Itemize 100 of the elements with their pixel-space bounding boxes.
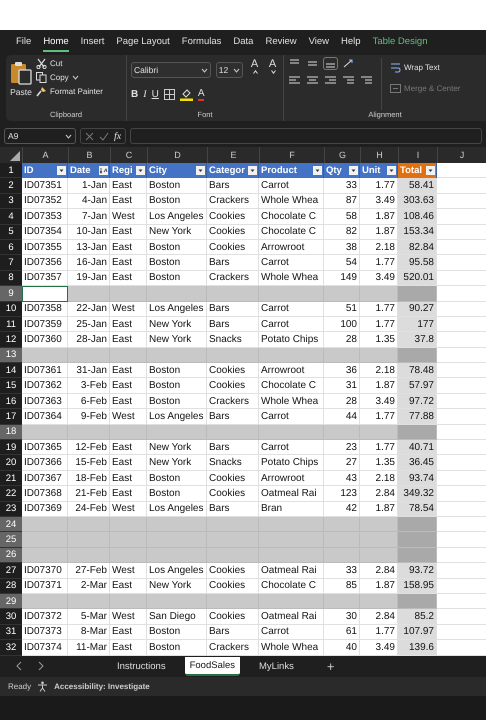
- row-header[interactable]: 30: [0, 609, 22, 625]
- cancel-icon[interactable]: [85, 132, 94, 140]
- table-header-cell[interactable]: Regi: [110, 163, 147, 178]
- sort-filter-icon[interactable]: [99, 166, 108, 176]
- row-header[interactable]: 13: [0, 348, 22, 364]
- row-header[interactable]: 27: [0, 563, 22, 579]
- accessibility-status[interactable]: Accessibility: Investigate: [54, 682, 150, 690]
- active-cell[interactable]: [22, 286, 68, 302]
- row-header[interactable]: 11: [0, 316, 22, 332]
- sheet-tab[interactable]: MyLinks: [254, 658, 299, 674]
- row-header[interactable]: 9: [0, 286, 22, 302]
- row-header[interactable]: 8: [0, 270, 22, 286]
- shrink-font-button[interactable]: A: [266, 58, 279, 82]
- insert-function-button[interactable]: fx: [114, 130, 122, 142]
- cut-button[interactable]: Cut: [36, 58, 103, 69]
- row-header[interactable]: 17: [0, 409, 22, 425]
- row-header[interactable]: 1: [0, 163, 22, 178]
- table-cell: ID07373: [22, 624, 68, 640]
- menu-tab[interactable]: Insert: [80, 33, 104, 52]
- menu-tab[interactable]: View: [308, 33, 330, 52]
- row-header[interactable]: 19: [0, 440, 22, 456]
- row-header[interactable]: 22: [0, 486, 22, 502]
- menu-tab[interactable]: Data: [233, 33, 254, 52]
- row-header[interactable]: 21: [0, 470, 22, 486]
- row-header[interactable]: 3: [0, 194, 22, 210]
- table-cell: Boston: [147, 178, 207, 194]
- sheet-tab[interactable]: Instructions: [112, 658, 171, 674]
- filter-dropdown-icon[interactable]: [57, 166, 66, 176]
- table-cell: 38: [324, 240, 360, 256]
- row-header[interactable]: 32: [0, 640, 22, 656]
- table-cell: San Diego: [147, 609, 207, 625]
- row-header[interactable]: 16: [0, 394, 22, 410]
- row-header[interactable]: 20: [0, 455, 22, 471]
- row-header[interactable]: 25: [0, 532, 22, 548]
- filter-dropdown-icon[interactable]: [349, 166, 358, 176]
- table-header-cell[interactable]: Categor: [207, 163, 259, 178]
- accessibility-icon[interactable]: [37, 680, 48, 692]
- row-header[interactable]: 26: [0, 548, 22, 564]
- table-header-cell[interactable]: Product: [259, 163, 324, 178]
- caret-up-icon: [252, 70, 258, 74]
- grow-font-button[interactable]: A: [248, 58, 262, 82]
- row-header[interactable]: 31: [0, 624, 22, 640]
- filter-dropdown-icon[interactable]: [196, 166, 205, 176]
- wrap-text-button[interactable]: Wrap Text: [390, 62, 460, 73]
- row-header[interactable]: 10: [0, 302, 22, 317]
- row-header[interactable]: 14: [0, 363, 22, 378]
- row-header[interactable]: 15: [0, 378, 22, 394]
- table-cell: Bars: [207, 302, 259, 317]
- formula-input[interactable]: [130, 128, 482, 144]
- table-header-cell[interactable]: ID: [22, 163, 68, 178]
- row-header[interactable]: 12: [0, 332, 22, 348]
- add-sheet-button[interactable]: +: [326, 658, 334, 674]
- row-header[interactable]: 23: [0, 502, 22, 517]
- table-header-cell[interactable]: Unit: [360, 163, 398, 178]
- format-painter-button[interactable]: Format Painter: [36, 86, 103, 97]
- table-header-cell[interactable]: Qty: [324, 163, 360, 178]
- filter-dropdown-icon[interactable]: [387, 166, 396, 176]
- row-header[interactable]: 18: [0, 424, 22, 440]
- row-header[interactable]: 28: [0, 578, 22, 594]
- previous-sheet-icon[interactable]: [16, 661, 23, 671]
- table-cell: Carrot: [259, 316, 324, 332]
- paste-button[interactable]: Paste: [10, 58, 32, 110]
- next-sheet-icon[interactable]: [37, 661, 44, 671]
- row-header[interactable]: 6: [0, 240, 22, 256]
- check-icon[interactable]: [99, 132, 109, 140]
- menu-tab[interactable]: Page Layout: [116, 33, 170, 52]
- table-header-cell[interactable]: City: [147, 163, 207, 178]
- table-header-cell[interactable]: Date: [68, 163, 110, 178]
- filter-dropdown-icon[interactable]: [426, 166, 435, 176]
- table-cell: Boston: [147, 624, 207, 640]
- row-header[interactable]: 4: [0, 209, 22, 225]
- menu-tab[interactable]: Table Design: [372, 33, 428, 52]
- table-cell: 61: [324, 624, 360, 640]
- row-header[interactable]: 29: [0, 594, 22, 610]
- fill-color-icon: [180, 88, 193, 101]
- select-all-icon[interactable]: [10, 151, 20, 161]
- name-box[interactable]: A9: [4, 128, 76, 144]
- filter-dropdown-icon[interactable]: [136, 166, 145, 176]
- table-cell: West: [110, 609, 147, 625]
- menu-tab[interactable]: Formulas: [182, 33, 222, 52]
- menu-tab[interactable]: Help: [341, 33, 361, 52]
- row-header[interactable]: 7: [0, 255, 22, 271]
- italic-button[interactable]: I: [143, 89, 147, 100]
- sheet-tab[interactable]: FoodSales: [184, 656, 240, 676]
- row-header[interactable]: 24: [0, 516, 22, 532]
- menu-tab[interactable]: Review: [265, 33, 297, 52]
- menu-tab[interactable]: Home: [43, 33, 69, 52]
- table-cell: East: [110, 224, 147, 240]
- filter-dropdown-icon[interactable]: [248, 166, 257, 176]
- font-size-field[interactable]: 12: [216, 62, 244, 78]
- font-color-button[interactable]: A: [198, 88, 204, 100]
- underline-button[interactable]: U: [152, 89, 159, 100]
- copy-button[interactable]: Copy: [36, 72, 103, 83]
- row-header[interactable]: 2: [0, 178, 22, 194]
- row-header[interactable]: 5: [0, 224, 22, 240]
- font-name-field[interactable]: Calibri: [131, 62, 211, 78]
- filter-dropdown-icon[interactable]: [313, 166, 322, 176]
- menu-tab[interactable]: File: [16, 33, 32, 52]
- bold-button[interactable]: B: [131, 89, 138, 100]
- table-cell: Boston: [147, 470, 207, 486]
